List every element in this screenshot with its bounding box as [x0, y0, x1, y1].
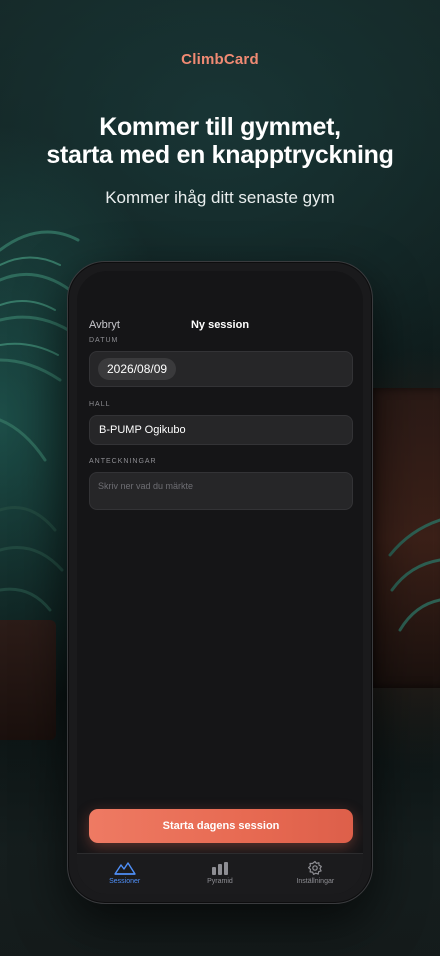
- start-session-button[interactable]: Starta dagens session: [89, 809, 353, 843]
- tab-sessions-label: Sessioner: [109, 878, 141, 885]
- date-field: 2026/08/09: [89, 351, 353, 387]
- tab-pyramid-label: Pyramid: [207, 878, 233, 885]
- gear-icon: [308, 860, 323, 875]
- brand-name: ClimbCard: [181, 51, 259, 68]
- date-picker-button[interactable]: 2026/08/09: [98, 358, 177, 380]
- nav-bar: Avbryt Ny session: [77, 315, 363, 337]
- hall-field[interactable]: B-PUMP Ogikubo: [89, 415, 353, 445]
- headline: Kommer till gymmet, starta med en knappt…: [0, 113, 440, 169]
- hall-label: HALL: [89, 401, 111, 408]
- bar-chart-icon: [211, 862, 228, 875]
- date-label: DATUM: [89, 337, 119, 344]
- tab-pyramid[interactable]: Pyramid: [172, 854, 267, 894]
- tab-settings-label: Inställningar: [296, 878, 335, 885]
- headline-line-1: Kommer till gymmet,: [99, 113, 341, 141]
- tab-bar: Sessioner Pyramid Inställningar: [77, 853, 363, 894]
- mountain-icon: [113, 862, 136, 875]
- hall-value: B-PUMP Ogikubo: [99, 424, 186, 436]
- headline-line-2: starta med en knapptryckning: [46, 141, 394, 169]
- phone-mockup: Avbryt Ny session DATUM 2026/08/09 HALL …: [67, 261, 373, 904]
- notes-input[interactable]: [98, 481, 344, 501]
- tab-settings[interactable]: Inställningar: [268, 854, 363, 894]
- screen-title: Ny session: [190, 319, 250, 331]
- tab-sessions[interactable]: Sessioner: [77, 854, 172, 894]
- plant-right-decoration: [388, 518, 440, 632]
- phone-screen: Avbryt Ny session DATUM 2026/08/09 HALL …: [77, 271, 363, 894]
- notes-field: [89, 472, 353, 510]
- subheadline: Kommer ihåg ditt senaste gym: [105, 188, 335, 207]
- notes-label: ANTECKNINGAR: [89, 458, 157, 465]
